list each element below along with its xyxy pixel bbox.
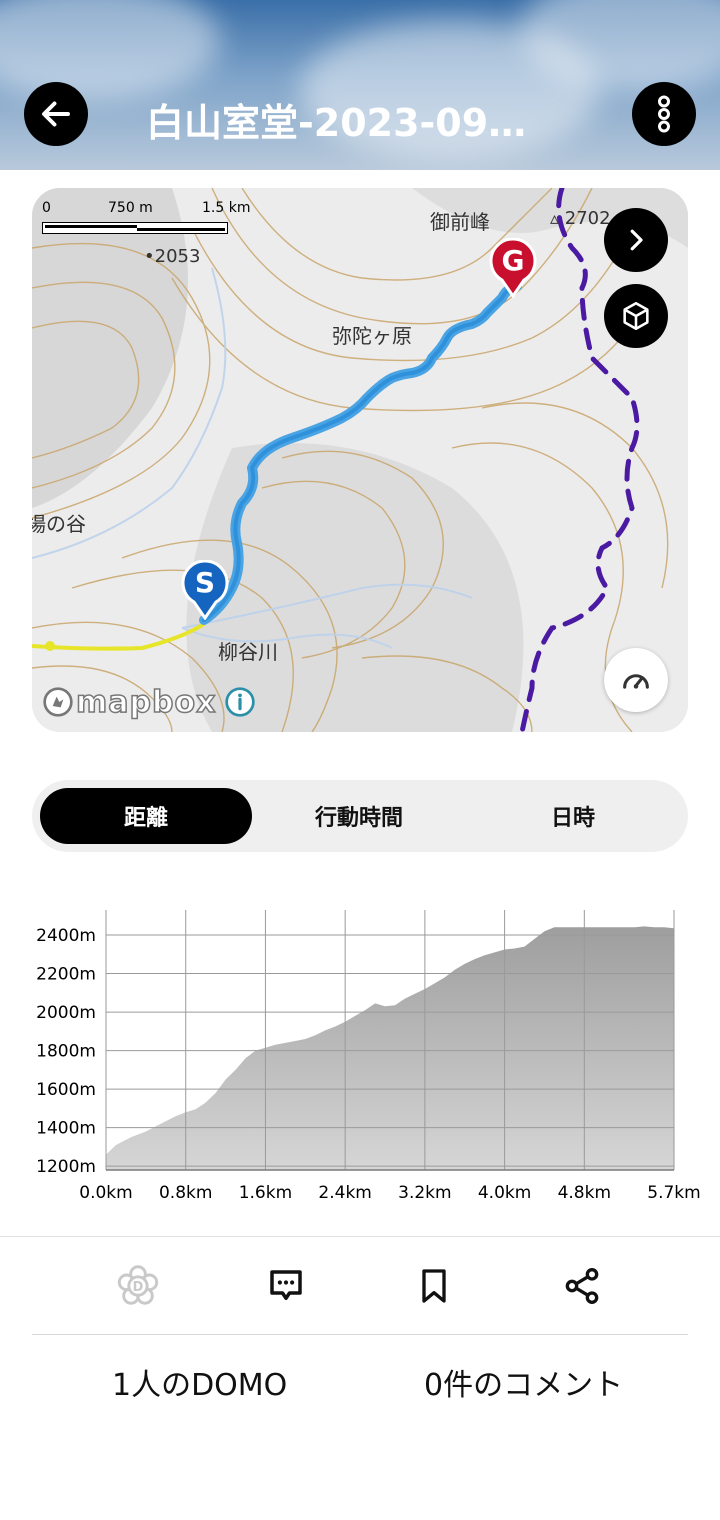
y-tick-label: 1800m	[36, 1042, 96, 1062]
scale-label-max: 1.5 km	[202, 200, 251, 216]
page-title: 白山室堂-2023-09…	[146, 101, 527, 145]
comment-count[interactable]: 0件のコメント	[424, 1360, 623, 1404]
domo-flower-icon: D	[117, 1265, 159, 1305]
y-tick-label: 2400m	[36, 926, 96, 946]
elevation-chart: 0.0km 0.8km 1.6km 2.4km 3.2km 4.0km 4.8km 5.7km…	[0, 900, 720, 1210]
x-tick-label: 2.4km	[318, 1183, 371, 1203]
goal-marker-label: G	[501, 244, 525, 277]
map-label-river: 柳谷川	[218, 640, 278, 664]
start-marker[interactable]: S	[180, 559, 230, 621]
map-terrain	[32, 188, 688, 732]
domo-button[interactable]: D	[116, 1264, 160, 1308]
route-map[interactable]: 0 750 m 1.5 km 御前峰 ▵ 2702 •2053 弥陀ヶ原 柳谷川…	[32, 188, 688, 732]
scale-label-mid: 750 m	[108, 200, 153, 216]
scale-bar: 0 750 m 1.5 km	[42, 196, 250, 240]
goal-marker[interactable]: G	[488, 237, 538, 299]
elevation-area	[106, 926, 674, 1170]
map-label-elevation-2053: •2053	[144, 246, 201, 267]
share-icon	[565, 1268, 599, 1305]
elevation-chart-svg: 0.0km 0.8km 1.6km 2.4km 3.2km 4.0km 4.8km 5.7km…	[36, 910, 701, 1203]
map-label-elevation-2702: ▵ 2702	[550, 208, 611, 229]
scale-label-zero: 0	[42, 200, 51, 216]
section-divider	[0, 1236, 720, 1237]
x-tick-label: 5.7km	[647, 1183, 700, 1203]
map-label-peak: 御前峰	[430, 210, 490, 234]
y-tick-label: 2200m	[36, 965, 96, 985]
start-marker-label: S	[194, 566, 216, 599]
y-tick-label: 2000m	[36, 1003, 96, 1023]
mapbox-logo-icon	[43, 687, 73, 717]
map-label-midagahara: 弥陀ヶ原	[332, 324, 412, 348]
x-tick-label: 3.2km	[398, 1183, 451, 1203]
speed-gauge-button[interactable]	[604, 648, 668, 712]
chart-mode-tabs: 距離 行動時間 日時	[32, 780, 688, 852]
cube-icon	[623, 301, 649, 331]
arrow-left-icon	[42, 101, 70, 127]
x-tick-label: 0.0km	[79, 1183, 132, 1203]
back-button[interactable]	[24, 82, 88, 146]
x-tick-label: 4.8km	[558, 1183, 611, 1203]
mapbox-wordmark: mapbox	[75, 684, 217, 721]
svg-text:D: D	[133, 1280, 144, 1295]
header-banner: 白山室堂-2023-09…	[0, 0, 720, 170]
comment-icon	[270, 1270, 302, 1300]
map-label-valley: 場の谷	[32, 512, 86, 536]
share-button[interactable]	[560, 1264, 604, 1308]
comment-button[interactable]	[264, 1264, 308, 1308]
y-tick-label: 1600m	[36, 1080, 96, 1100]
tab-activity-time[interactable]: 行動時間	[254, 788, 464, 844]
domo-count[interactable]: 1人のDOMO	[112, 1360, 287, 1404]
tab-datetime[interactable]: 日時	[466, 788, 680, 844]
more-options-button[interactable]	[632, 82, 696, 146]
x-tick-label: 1.6km	[239, 1183, 292, 1203]
tab-distance[interactable]: 距離	[40, 788, 252, 844]
more-vertical-icon	[657, 95, 670, 133]
bookmark-button[interactable]	[412, 1264, 456, 1308]
chevron-right-icon	[630, 229, 643, 251]
info-icon[interactable]	[224, 686, 256, 718]
action-divider	[32, 1334, 688, 1335]
y-tick-label: 1200m	[36, 1157, 96, 1177]
x-tick-label: 0.8km	[159, 1183, 212, 1203]
bookmark-icon	[422, 1269, 446, 1303]
triangle-point-icon: ▵	[550, 208, 560, 229]
y-tick-label: 1400m	[36, 1119, 96, 1139]
scale-bar-track	[42, 222, 228, 234]
mapbox-attribution[interactable]: mapbox	[42, 684, 256, 720]
map-next-button[interactable]	[604, 208, 668, 272]
map-3d-button[interactable]	[604, 284, 668, 348]
x-tick-label: 4.0km	[478, 1183, 531, 1203]
speedometer-icon	[623, 674, 649, 689]
cloud	[0, 0, 220, 100]
